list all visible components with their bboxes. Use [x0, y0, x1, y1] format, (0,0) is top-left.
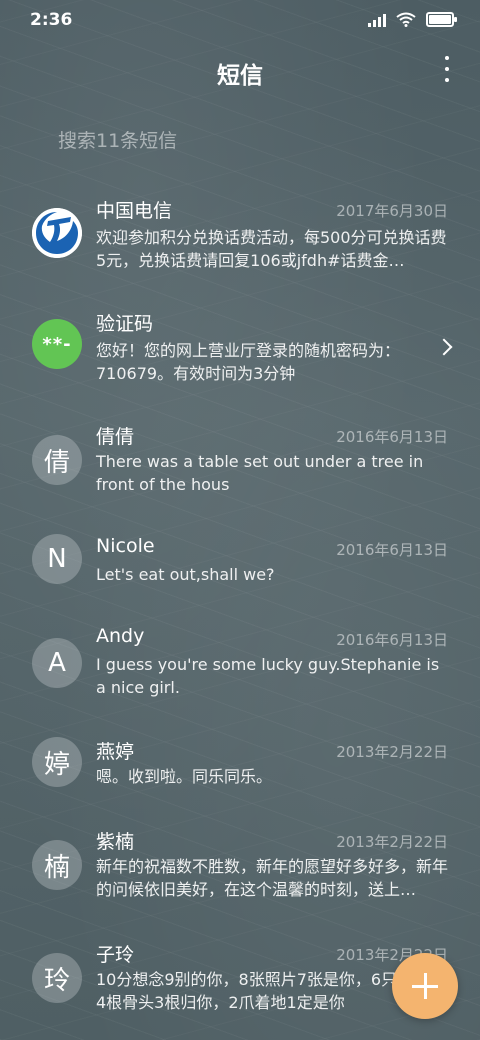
message-preview: 您好！您的网上营业厅登录的随机密码为：710679。有效时间为3分钟: [96, 341, 401, 383]
telecom-logo-icon: [32, 208, 82, 258]
message-date: 2016年6月13日: [336, 631, 448, 649]
message-preview: 新年的祝福数不胜数，新年的愿望好多好多，新年的问候依旧美好，在这个温馨的时刻，送…: [96, 857, 449, 899]
message-date: 2013年2月22日: [336, 743, 448, 761]
sender-name: 倩倩: [96, 426, 135, 448]
app-header: 短信: [0, 50, 480, 90]
message-preview: 嗯。收到啦。同乐同乐。: [96, 767, 273, 786]
plus-icon: [423, 973, 427, 999]
search-input[interactable]: 搜索11条短信: [58, 126, 418, 156]
sender-name: 紫楠: [96, 831, 135, 853]
page-title: 短信: [217, 63, 263, 89]
message-preview: There was a table set out under a tree i…: [96, 452, 424, 494]
verification-code-avatar: **-: [32, 319, 82, 369]
more-dot-icon: [445, 67, 449, 71]
battery-icon: [426, 12, 457, 27]
more-dot-icon: [445, 78, 449, 82]
contact-avatar: 倩: [32, 435, 82, 485]
sender-name: Nicole: [96, 535, 155, 557]
search-placeholder: 搜索11条短信: [58, 130, 178, 152]
new-message-button[interactable]: [392, 953, 458, 1019]
sender-name: 燕婷: [96, 741, 135, 763]
signal-icon: [368, 13, 386, 27]
contact-avatar: 玲: [32, 953, 82, 1003]
conversation-item[interactable]: 中国电信 2017年6月30日 欢迎参加积分兑换话费活动，每500分可兑换话费5…: [0, 190, 480, 290]
status-time: 2:36: [30, 10, 73, 30]
conversation-item[interactable]: **- 验证码 您好！您的网上营业厅登录的随机密码为：710679。有效时间为3…: [0, 307, 480, 407]
sender-name: 中国电信: [96, 200, 173, 222]
contact-avatar: A: [32, 638, 82, 688]
conversation-item[interactable]: 婷 燕婷 2013年2月22日 嗯。收到啦。同乐同乐。: [0, 735, 480, 835]
message-date: 2017年6月30日: [336, 202, 448, 220]
sender-name: Andy: [96, 625, 145, 647]
contact-avatar: 楠: [32, 840, 82, 890]
wifi-icon: [396, 12, 416, 27]
sender-name: 子玲: [96, 944, 135, 966]
message-date: 2013年2月22日: [336, 833, 448, 851]
conversation-item[interactable]: A Andy 2016年6月13日 I guess you're some lu…: [0, 623, 480, 723]
message-preview: I guess you're some lucky guy.Stephanie …: [96, 655, 440, 697]
conversation-item[interactable]: 楠 紫楠 2013年2月22日 新年的祝福数不胜数，新年的愿望好多好多，新年的问…: [0, 825, 480, 925]
status-bar: 2:36: [0, 0, 480, 40]
contact-avatar: 婷: [32, 737, 82, 787]
sender-name: 验证码: [96, 313, 154, 335]
conversation-item[interactable]: 倩 倩倩 2016年6月13日 There was a table set ou…: [0, 420, 480, 520]
message-date: 2016年6月13日: [336, 428, 448, 446]
message-date: 2016年6月13日: [336, 541, 448, 559]
conversation-item[interactable]: N Nicole 2016年6月13日 Let's eat out,shall …: [0, 533, 480, 633]
more-options-button[interactable]: [442, 56, 452, 82]
message-preview: 欢迎参加积分兑换话费活动，每500分可兑换话费5元，兑换话费请回复106或jfd…: [96, 228, 447, 270]
more-dot-icon: [445, 56, 449, 60]
message-preview: Let's eat out,shall we?: [96, 565, 275, 584]
status-icons: [368, 12, 457, 27]
contact-avatar: N: [32, 534, 82, 584]
